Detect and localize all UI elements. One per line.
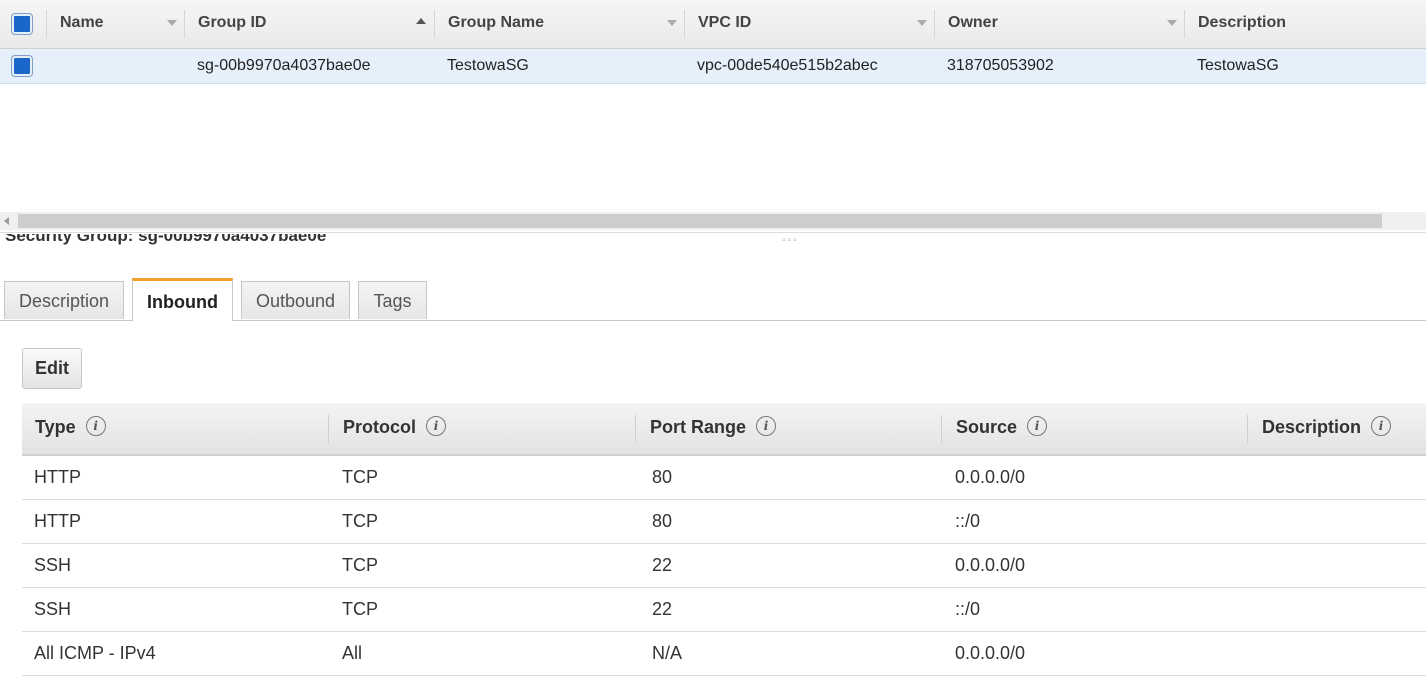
rules-column-source-label: Source [956, 417, 1018, 437]
rule-source: ::/0 [955, 599, 981, 619]
rule-port-range: N/A [652, 643, 683, 663]
tab-inbound[interactable]: Inbound [132, 278, 233, 321]
cell-owner: 318705053902 [947, 57, 1054, 74]
rule-protocol: TCP [342, 555, 378, 575]
rules-table-header: Type i Protocol i Port Range i Source i Desc… [22, 403, 1426, 456]
rule-port-range: 22 [652, 599, 673, 619]
rule-port-range: 22 [652, 555, 673, 575]
scrollbar-thumb[interactable] [18, 214, 1382, 228]
chevron-down-icon[interactable] [667, 20, 677, 26]
cell-group-name: TestowaSG [447, 57, 529, 74]
table-row[interactable]: sg-00b9970a4037bae0e TestowaSG vpc-00de5… [0, 49, 1426, 84]
cell-description: TestowaSG [1197, 57, 1279, 74]
resize-grip-icon[interactable]: ▫▫▫ [782, 235, 799, 246]
edit-button[interactable]: Edit [22, 348, 82, 389]
column-divider[interactable] [934, 10, 935, 38]
rule-protocol: TCP [342, 467, 378, 487]
info-icon[interactable]: i [426, 416, 447, 437]
column-divider[interactable] [184, 10, 185, 38]
rule-type: SSH [34, 599, 72, 619]
select-all-checkbox[interactable] [12, 14, 32, 34]
rules-column-protocol: Protocol i [343, 403, 447, 454]
tab-tags[interactable]: Tags [358, 281, 427, 319]
table-row: HTTP TCP 80 0.0.0.0/0 [22, 455, 1426, 500]
row-checkbox[interactable] [12, 56, 32, 76]
info-icon[interactable]: i [85, 416, 106, 437]
column-divider [1247, 415, 1248, 443]
rule-port-range: 80 [652, 511, 673, 531]
chevron-down-icon[interactable] [167, 20, 177, 26]
rules-column-source: Source i [956, 403, 1048, 454]
column-divider [941, 415, 942, 443]
column-divider [635, 415, 636, 443]
rule-protocol: All [342, 643, 363, 663]
rule-source: 0.0.0.0/0 [955, 555, 1026, 575]
table-row: SSH TCP 22 0.0.0.0/0 [22, 543, 1426, 588]
sort-ascending-icon[interactable] [416, 18, 426, 24]
table-row: HTTP TCP 80 ::/0 [22, 499, 1426, 544]
rule-protocol: TCP [342, 511, 378, 531]
chevron-down-icon[interactable] [1167, 20, 1177, 26]
cell-vpc-id: vpc-00de540e515b2abec [697, 57, 878, 74]
rule-type: HTTP [34, 511, 81, 531]
column-header-owner[interactable]: Owner [948, 0, 998, 48]
rules-column-description-label: Description [1262, 417, 1362, 437]
rules-column-port-range: Port Range i [650, 403, 777, 454]
security-groups-grid: Name Group ID Group Name VPC ID Owner De… [0, 0, 1426, 233]
rule-source: ::/0 [955, 511, 981, 531]
info-icon[interactable]: i [1371, 416, 1392, 437]
rules-column-port-range-label: Port Range [650, 417, 747, 437]
tab-description[interactable]: Description [4, 281, 124, 319]
scroll-left-icon[interactable] [4, 217, 9, 225]
column-header-group-id[interactable]: Group ID [198, 0, 266, 48]
column-divider[interactable] [434, 10, 435, 38]
column-divider [328, 415, 329, 443]
column-header-name[interactable]: Name [60, 0, 104, 48]
tab-baseline [233, 320, 1426, 321]
tab-outbound[interactable]: Outbound [241, 281, 350, 319]
rules-column-description: Description i [1262, 403, 1392, 454]
chevron-down-icon[interactable] [917, 20, 927, 26]
grid-header: Name Group ID Group Name VPC ID Owner De… [0, 0, 1426, 49]
rule-source: 0.0.0.0/0 [955, 467, 1026, 487]
cell-group-id: sg-00b9970a4037bae0e [197, 57, 371, 74]
rules-column-protocol-label: Protocol [343, 417, 417, 437]
rules-column-type: Type i [35, 403, 106, 454]
column-header-vpc-id[interactable]: VPC ID [698, 0, 751, 48]
rule-port-range: 80 [652, 467, 673, 487]
info-icon[interactable]: i [1027, 416, 1048, 437]
rule-type: SSH [34, 555, 72, 575]
column-header-description[interactable]: Description [1198, 0, 1286, 48]
rules-column-type-label: Type [35, 417, 76, 437]
column-divider [46, 10, 47, 38]
rule-protocol: TCP [342, 599, 378, 619]
column-divider[interactable] [1184, 10, 1185, 38]
tab-baseline [0, 320, 132, 321]
column-header-group-name[interactable]: Group Name [448, 0, 544, 48]
horizontal-scrollbar[interactable] [0, 212, 1426, 230]
rule-type: All ICMP - IPv4 [34, 643, 156, 663]
rule-type: HTTP [34, 467, 81, 487]
table-row: SSH TCP 22 ::/0 [22, 587, 1426, 632]
column-divider[interactable] [684, 10, 685, 38]
table-row: All ICMP - IPv4 All N/A 0.0.0.0/0 [22, 631, 1426, 676]
rule-source: 0.0.0.0/0 [955, 643, 1026, 663]
info-icon[interactable]: i [756, 416, 777, 437]
